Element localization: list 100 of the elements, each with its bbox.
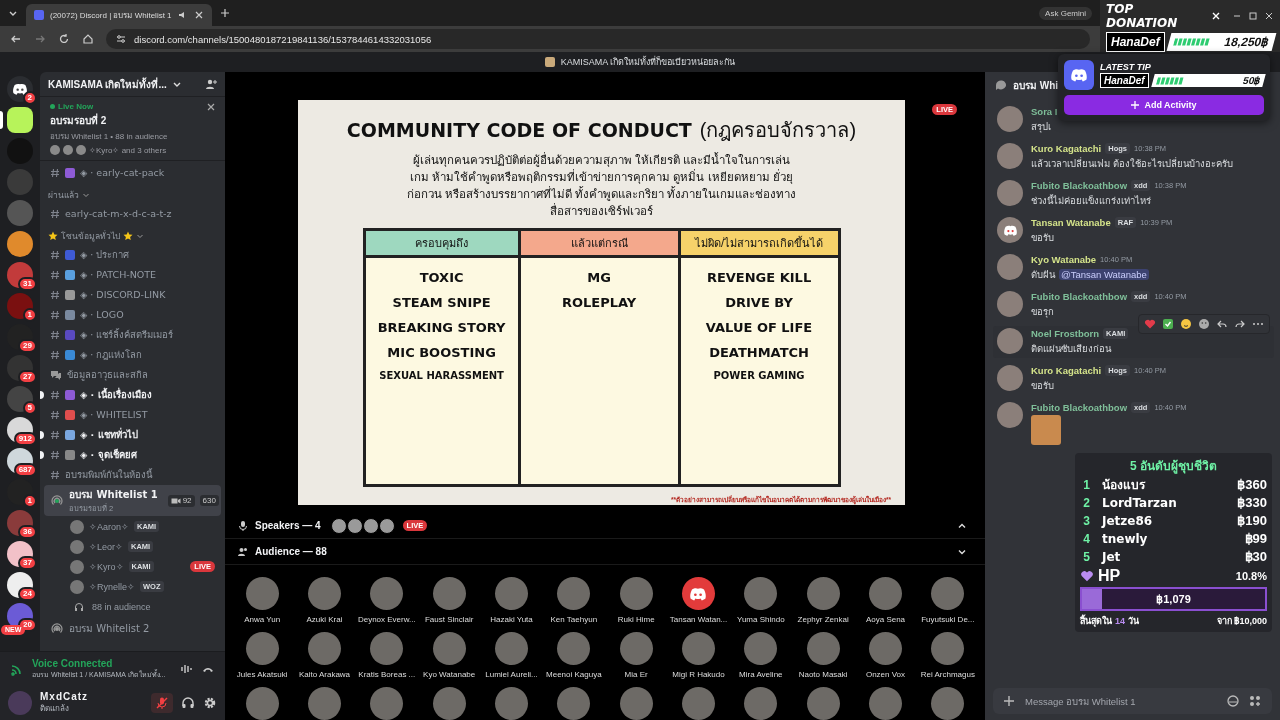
reply-icon[interactable] bbox=[1216, 318, 1228, 330]
default-avatar[interactable] bbox=[997, 217, 1023, 243]
close-icon[interactable] bbox=[1264, 11, 1274, 21]
audience-avatar[interactable] bbox=[744, 577, 778, 610]
text-channel[interactable]: ◈ · ประกาศ bbox=[44, 245, 221, 264]
audience-avatar[interactable] bbox=[619, 687, 653, 720]
user-avatar[interactable] bbox=[997, 291, 1023, 317]
heart-icon[interactable] bbox=[1144, 318, 1156, 330]
add-activity-button[interactable]: Add Activity bbox=[1064, 95, 1264, 115]
audience-avatar[interactable] bbox=[245, 577, 279, 610]
reload-icon[interactable] bbox=[58, 33, 70, 45]
message-field[interactable]: Message อบรม Whitelist 1 bbox=[993, 688, 1272, 714]
audience-avatar[interactable] bbox=[370, 687, 404, 720]
audience-avatar[interactable] bbox=[495, 577, 528, 610]
username[interactable]: Fubito Blackoathbow bbox=[1031, 402, 1128, 413]
server-header[interactable]: KAMISAMA เกิดใหม่ทั้งที่... bbox=[40, 72, 225, 97]
audience-avatar[interactable] bbox=[557, 687, 591, 720]
audience-avatar[interactable] bbox=[432, 632, 466, 665]
close-icon[interactable] bbox=[193, 10, 204, 20]
audience-avatar[interactable] bbox=[308, 577, 341, 610]
audience-avatar[interactable] bbox=[495, 687, 528, 720]
username[interactable]: Kuro Kagatachi bbox=[1031, 365, 1102, 376]
user-avatar[interactable] bbox=[997, 143, 1023, 169]
username[interactable]: Kuro Kagatachi bbox=[1031, 143, 1102, 154]
back-icon[interactable] bbox=[10, 33, 22, 45]
text-channel[interactable]: ◈ · แชร์ลิ้งค์สตรีมเมอร์ bbox=[44, 325, 221, 344]
discord-home-button[interactable] bbox=[7, 76, 33, 102]
microphone-button[interactable] bbox=[151, 693, 173, 713]
audience-avatar[interactable] bbox=[869, 577, 902, 610]
soundwave-icon[interactable] bbox=[179, 662, 193, 676]
headphones-icon[interactable] bbox=[181, 696, 195, 710]
voice-user-name[interactable]: ✧Kyro✧ bbox=[89, 561, 124, 572]
audience-avatar[interactable] bbox=[869, 687, 902, 720]
smiley-icon[interactable] bbox=[1180, 318, 1192, 330]
server-icon[interactable] bbox=[7, 231, 33, 257]
maximize-icon[interactable] bbox=[1248, 11, 1258, 21]
audience-avatar[interactable] bbox=[370, 577, 404, 610]
username[interactable]: Fubito Blackoathbow bbox=[1031, 291, 1128, 302]
stage-channel[interactable]: อบรม Whitelist 2 bbox=[44, 617, 221, 640]
audience-avatar[interactable] bbox=[557, 577, 591, 610]
voice-user-name[interactable]: ✧Leor✧ bbox=[89, 541, 123, 552]
check-icon[interactable] bbox=[1162, 318, 1174, 330]
settings-icon[interactable] bbox=[203, 696, 217, 710]
audience-avatar[interactable] bbox=[744, 632, 778, 665]
audience-avatar[interactable] bbox=[931, 577, 965, 610]
username[interactable]: Noel Frostborn bbox=[1031, 328, 1100, 339]
audience-avatar[interactable] bbox=[557, 632, 591, 665]
address-bar[interactable]: discord.com/channels/1500480187219841136/1537844614332031056 bbox=[106, 29, 1090, 49]
channel-category[interactable]: ผ่านแล้ว bbox=[44, 186, 221, 203]
text-channel[interactable]: ◈ · DISCORD-LINK bbox=[44, 285, 221, 304]
audience-avatar[interactable] bbox=[619, 577, 653, 610]
audience-avatar[interactable] bbox=[931, 687, 965, 720]
username[interactable]: Fubito Blackoathbow bbox=[1031, 180, 1128, 191]
add-reaction-icon[interactable] bbox=[1198, 318, 1210, 330]
text-channel[interactable]: อบรมพิมพ์กันในห้องนี้ bbox=[44, 465, 221, 484]
text-channel[interactable]: ◈ · กฎแห่งโลก bbox=[44, 345, 221, 364]
text-channel[interactable]: early-cat-m-x-d-c-a-t-z bbox=[44, 204, 221, 223]
audience-avatar[interactable] bbox=[432, 687, 466, 720]
user-avatar[interactable] bbox=[997, 328, 1023, 354]
apps-icon[interactable] bbox=[1248, 694, 1262, 708]
username[interactable]: Sora I bbox=[1031, 106, 1058, 117]
text-channel[interactable]: ◈ · LOGO bbox=[44, 305, 221, 324]
site-settings-icon[interactable] bbox=[116, 34, 126, 44]
plus-icon[interactable] bbox=[1003, 695, 1015, 707]
mention-link[interactable]: @Tansan Watanabe bbox=[1059, 269, 1149, 280]
forward-icon[interactable] bbox=[1234, 318, 1246, 330]
add-member-icon[interactable] bbox=[205, 78, 217, 90]
text-channel[interactable]: ◈ · early-cat-pack bbox=[44, 163, 221, 182]
audience-avatar[interactable] bbox=[370, 632, 404, 665]
audience-avatar[interactable] bbox=[245, 632, 279, 665]
forum-channel[interactable]: ข้อมูลอาวุธและสกิล bbox=[44, 365, 221, 384]
voice-user-name[interactable]: ✧Aaron✧ bbox=[89, 521, 130, 532]
text-channel[interactable]: ◈ · PATCH-NOTE bbox=[44, 265, 221, 284]
audience-avatar[interactable] bbox=[495, 632, 528, 665]
audience-avatar[interactable] bbox=[931, 632, 965, 665]
audience-avatar[interactable] bbox=[682, 687, 715, 720]
ask-gemini-button[interactable]: Ask Gemini bbox=[1039, 6, 1092, 20]
voice-user-name[interactable]: ✧Rynelle✧ bbox=[89, 581, 135, 592]
audience-avatar[interactable] bbox=[806, 687, 840, 720]
audience-avatar[interactable] bbox=[682, 632, 715, 665]
audience-avatar[interactable] bbox=[806, 577, 840, 610]
channel-category[interactable]: โซนข้อมูลทั่วไป bbox=[44, 227, 221, 244]
default-avatar[interactable] bbox=[682, 577, 715, 610]
gif-sticker-icon[interactable] bbox=[1226, 694, 1240, 708]
audience-avatar[interactable] bbox=[308, 687, 341, 720]
user-avatar[interactable] bbox=[997, 402, 1023, 428]
username[interactable]: Kyo Watanabe bbox=[1031, 254, 1097, 265]
audience-avatar[interactable] bbox=[432, 577, 466, 610]
new-tab-icon[interactable] bbox=[219, 8, 230, 18]
audience-avatar[interactable] bbox=[619, 632, 653, 665]
server-icon[interactable] bbox=[7, 386, 33, 412]
user-avatar[interactable] bbox=[997, 254, 1023, 280]
browser-tab[interactable]: (20072) Discord | อบรม Whitelist 1 bbox=[26, 4, 212, 26]
close-icon[interactable] bbox=[207, 102, 215, 111]
server-icon[interactable] bbox=[7, 107, 33, 133]
text-channel[interactable]: ◈ · WHITELIST bbox=[44, 405, 221, 424]
audience-avatar[interactable] bbox=[245, 687, 279, 720]
home-icon[interactable] bbox=[82, 33, 94, 45]
user-avatar[interactable] bbox=[997, 180, 1023, 206]
audience-avatar[interactable] bbox=[308, 632, 341, 665]
